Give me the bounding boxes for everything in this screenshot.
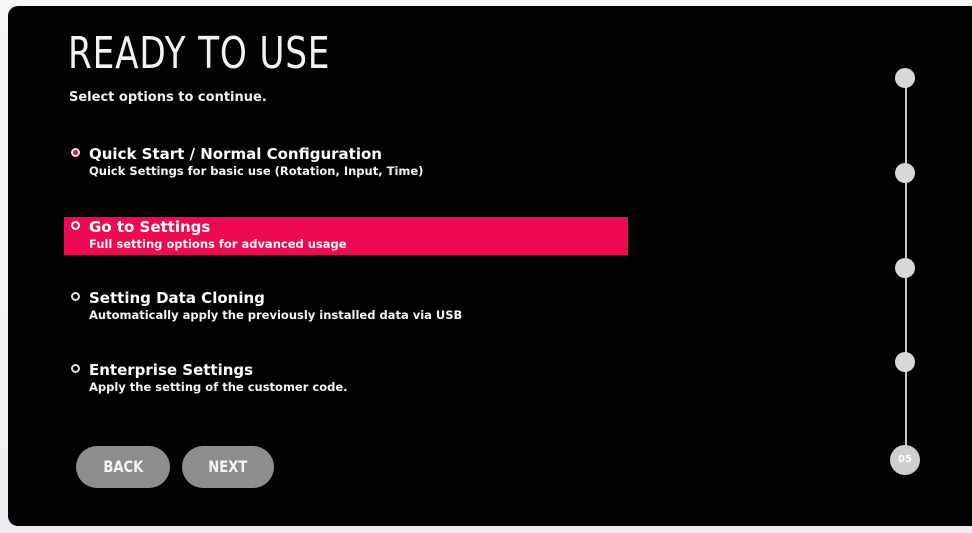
radio-dot-icon [71, 221, 80, 230]
option-description: Apply the setting of the customer code. [89, 380, 348, 394]
radio-dot-icon [71, 292, 80, 301]
option-label: Go to Settings [89, 218, 211, 236]
option-description: Automatically apply the previously insta… [89, 308, 463, 322]
option-go-to-settings[interactable]: Go to Settings Full setting options for … [64, 217, 628, 255]
option-quick-start[interactable]: Quick Start / Normal Configuration Quick… [64, 144, 628, 182]
step-3-icon [895, 258, 915, 278]
option-description: Quick Settings for basic use (Rotation, … [89, 164, 424, 178]
back-button[interactable]: BACK [76, 446, 170, 488]
next-button[interactable]: NEXT [182, 446, 274, 488]
radio-dot-icon [71, 364, 80, 373]
option-enterprise-settings[interactable]: Enterprise Settings Apply the setting of… [64, 360, 628, 398]
step-2-icon [895, 163, 915, 183]
page-subtitle: Select options to continue. [69, 90, 267, 105]
radio-dot-icon [71, 148, 80, 157]
option-label: Enterprise Settings [89, 361, 254, 379]
option-label: Quick Start / Normal Configuration [89, 145, 382, 163]
back-button-label: BACK [103, 457, 143, 476]
option-setting-data-cloning[interactable]: Setting Data Cloning Automatically apply… [64, 288, 628, 326]
step-1-icon [895, 68, 915, 88]
next-button-label: NEXT [208, 457, 248, 476]
tv-screen: READY TO USE Select options to continue.… [8, 6, 972, 526]
page-title: READY TO USE [68, 28, 331, 79]
option-description: Full setting options for advanced usage [89, 237, 347, 251]
option-label: Setting Data Cloning [89, 289, 265, 307]
step-4-icon [895, 352, 915, 372]
current-step-indicator: 05 [890, 445, 920, 475]
